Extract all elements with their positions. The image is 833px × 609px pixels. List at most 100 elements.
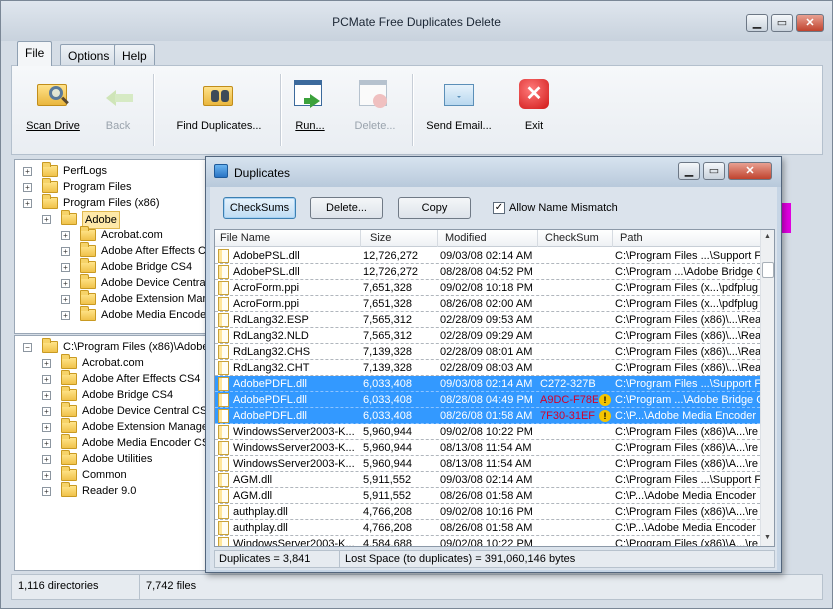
cell-path: C:\Program Files (x86)\A...\re [615,538,759,547]
expand-icon[interactable]: − [23,343,32,352]
table-row[interactable]: AGM.dll 5,911,552 09/03/08 02:14 AM C:\Prog… [215,472,760,488]
tab-file[interactable]: File [17,41,53,66]
back-button[interactable]: Back [98,76,138,132]
table-row[interactable]: authplay.dll 4,766,208 08/26/08 01:58 AM C:… [215,520,760,536]
expand-icon[interactable]: + [42,375,51,384]
title-bar: PCMate Free Duplicates Delete ▁ ▭ ✕ [1,1,832,41]
cell-mod: 08/26/08 01:58 AM [440,490,533,502]
expand-icon[interactable]: + [42,455,51,464]
dialog-close-button[interactable]: ✕ [728,162,772,180]
allow-name-mismatch-checkbox[interactable]: ✓ [493,202,505,214]
expand-icon[interactable]: + [42,391,51,400]
col-size[interactable]: Size [370,232,391,244]
cell-name: RdLang32.ESP [233,314,309,326]
scroll-down-arrow-icon[interactable]: ▼ [764,534,771,541]
file-icon [218,441,229,455]
table-row[interactable]: AcroForm.ppi 7,651,328 08/26/08 02:00 AM C:… [215,296,760,312]
folder-tree-bottom[interactable]: − C:\Program Files (x86)\Adobe + Acrobat.co… [14,335,214,571]
table-row[interactable]: RdLang32.CHS 7,139,328 02/28/09 08:01 AM C:… [215,344,760,360]
expand-icon[interactable]: + [42,471,51,480]
cell-name: AcroForm.ppi [233,282,300,294]
cell-name: authplay.dll [233,522,288,534]
col-checksum[interactable]: CheckSum [545,232,599,244]
expand-icon[interactable]: + [61,279,70,288]
dialog-minimize-button[interactable]: ▁ [678,162,700,180]
expand-icon[interactable]: + [61,263,70,272]
table-row[interactable]: AdobePSL.dll 12,726,272 08/28/08 04:52 PM C… [215,264,760,280]
expand-icon[interactable]: + [42,407,51,416]
table-row[interactable]: AGM.dll 5,911,552 08/26/08 01:58 AM C:\P...… [215,488,760,504]
binoculars-folder-icon [201,76,237,110]
cell-path: C:\P...\Adobe Media Encoder [615,410,757,422]
close-button[interactable]: ✕ [796,14,824,32]
file-icon [218,313,229,327]
tree-item-label: Adobe Device Central CS4 [101,277,213,289]
expand-icon[interactable]: + [42,423,51,432]
ribbon-separator [412,74,413,146]
expand-icon[interactable]: + [61,311,70,320]
send-email-button[interactable]: Send Email... [422,76,496,132]
expand-icon[interactable]: + [23,167,32,176]
folder-icon [61,402,77,417]
expand-icon[interactable]: + [23,199,32,208]
table-row[interactable]: RdLang32.ESP 7,565,312 02/28/09 09:53 AM C:… [215,312,760,328]
table-row[interactable]: AdobePSL.dll 12,726,272 09/03/08 02:14 AM C… [215,248,760,264]
folder-tree-top[interactable]: + PerfLogs + Program Files + Program Files (x… [14,159,214,334]
cell-size: 7,651,328 [363,282,412,294]
table-row[interactable]: WindowsServer2003-K... 4,584,688 09/02/08 … [215,536,760,547]
table-row[interactable]: AcroForm.ppi 7,651,328 09/02/08 10:18 PM C:… [215,280,760,296]
table-row[interactable]: WindowsServer2003-K... 5,960,944 09/02/08 … [215,424,760,440]
tree-item-label: Adobe Bridge CS4 [82,389,174,401]
expand-icon[interactable]: + [42,487,51,496]
expand-icon[interactable]: + [61,295,70,304]
vertical-scrollbar[interactable]: ▲ ▼ [760,230,774,546]
col-path[interactable]: Path [620,232,643,244]
col-file-name[interactable]: File Name [220,232,270,244]
table-row[interactable]: WindowsServer2003-K... 5,960,944 08/13/08 … [215,456,760,472]
expand-icon[interactable]: + [42,359,51,368]
files-count: 7,742 files [146,580,197,592]
cell-name: WindowsServer2003-K... [233,442,355,454]
expand-icon[interactable]: + [42,439,51,448]
folder-icon [61,482,77,497]
table-row[interactable]: WindowsServer2003-K... 5,960,944 08/13/08 … [215,440,760,456]
table-row[interactable]: AdobePDFL.dll 6,033,408 08/26/08 01:58 AM 7… [215,408,760,424]
tab-options[interactable]: Options [60,44,118,65]
scrollbar-thumb[interactable] [762,262,774,278]
checksums-button[interactable]: CheckSums [223,197,296,219]
cell-name: AdobePDFL.dll [233,378,307,390]
cell-path: C:\Program Files (x86)\A...\re [615,506,759,518]
delete-button[interactable]: Delete... [350,76,400,132]
maximize-button[interactable]: ▭ [771,14,793,32]
find-duplicates-button[interactable]: Find Duplicates... [170,76,268,132]
expand-icon[interactable]: + [61,231,70,240]
scroll-up-arrow-icon[interactable]: ▲ [764,233,771,240]
exit-button[interactable]: ✕ Exit [514,76,554,132]
scan-drive-button[interactable]: Scan Drive [24,76,82,132]
table-row[interactable]: AdobePDFL.dll 6,033,408 09/03/08 02:14 AM C… [215,376,760,392]
expand-icon[interactable]: + [61,247,70,256]
folder-icon [61,386,77,401]
table-row[interactable]: AdobePDFL.dll 6,033,408 08/28/08 04:49 PM A… [215,392,760,408]
run-button[interactable]: Run... [292,76,328,132]
cell-mod: 08/26/08 01:58 AM [440,410,533,422]
table-row[interactable]: RdLang32.CHT 7,139,328 02/28/09 08:03 AM C:… [215,360,760,376]
window-title: PCMate Free Duplicates Delete [332,15,501,29]
table-row[interactable]: authplay.dll 4,766,208 09/02/08 10:16 PM C:… [215,504,760,520]
col-modified[interactable]: Modified [445,232,487,244]
tab-help[interactable]: Help [114,44,155,65]
envelope-icon [441,76,477,110]
dialog-delete-button[interactable]: Delete... [310,197,383,219]
minimize-button[interactable]: ▁ [746,14,768,32]
expand-icon[interactable]: + [23,183,32,192]
dialog-maximize-button[interactable]: ▭ [703,162,725,180]
cell-size: 6,033,408 [363,378,412,390]
cell-sum: C272-327B [540,378,596,390]
folder-icon [61,466,77,481]
cell-sum: 7F30-31EF [540,410,596,422]
table-row[interactable]: RdLang32.NLD 7,565,312 02/28/09 09:29 AM C:… [215,328,760,344]
expand-icon[interactable]: + [42,215,51,224]
ribbon-tabs: File Options Help [11,41,823,66]
cell-mod: 09/02/08 10:16 PM [440,506,533,518]
copy-button[interactable]: Copy [398,197,471,219]
